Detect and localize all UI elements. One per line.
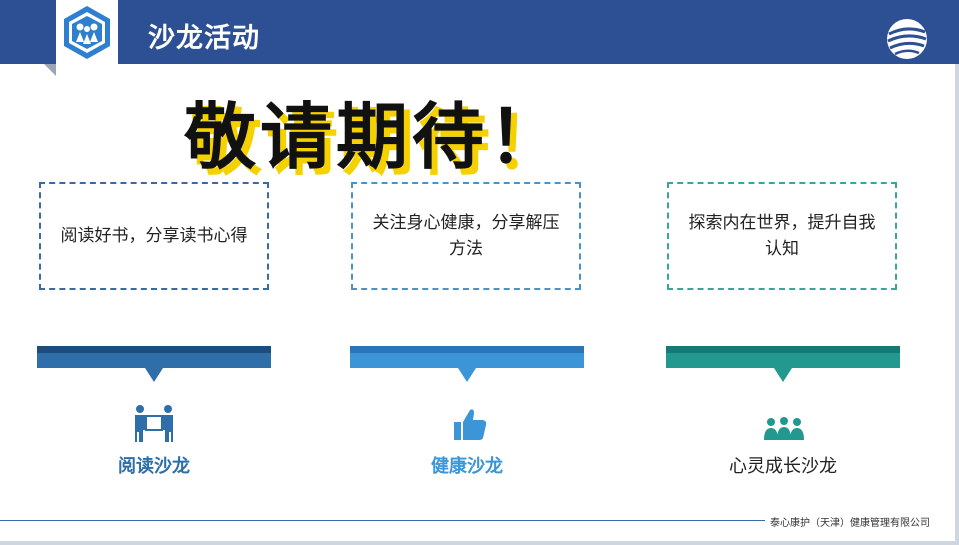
page-title: 沙龙活动 [148,23,260,54]
header-bar [0,0,959,64]
people-carrying-box-icon [132,404,176,444]
card-reading-text: 阅读好书，分享读书心得 [60,226,248,246]
page-shadow-bottom [0,541,959,545]
headline: 敬请期待！ [184,95,565,179]
salon-label-health: 健康沙龙 [431,456,503,477]
globe-logo-icon [885,17,929,61]
bar-mind [666,346,900,382]
team-logo-icon [56,0,118,66]
company-name: 泰心康护（天津）健康管理有限公司 [770,518,930,529]
card-reading: 阅读好书，分享读书心得 [39,182,269,290]
footer-divider [0,520,765,521]
salon-label-mind: 心灵成长沙龙 [729,456,837,477]
bar-reading [37,346,271,382]
salon-label-reading: 阅读沙龙 [118,456,190,477]
card-mind-text: 探索内在世界，提升自我认知 [688,213,876,259]
card-mind: 探索内在世界，提升自我认知 [667,182,897,290]
group-people-icon [762,404,806,444]
thumbs-up-icon [448,404,492,444]
card-health-text: 关注身心健康，分享解压方法 [372,213,560,259]
page-shadow-right [955,64,959,545]
bar-health [350,346,584,382]
card-health: 关注身心健康，分享解压方法 [351,182,581,290]
ribbon-fold [44,64,56,76]
